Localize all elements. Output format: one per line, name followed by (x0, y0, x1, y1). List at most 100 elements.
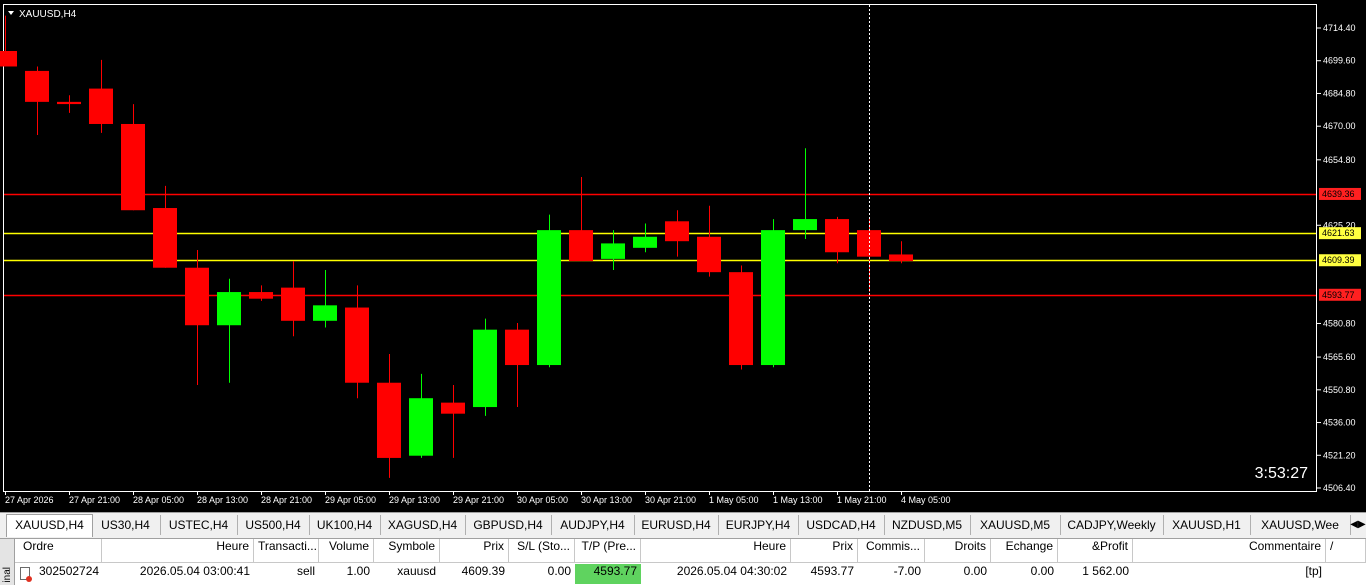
bar-countdown-timer: 3:53:27 (1255, 465, 1308, 482)
chart-area[interactable]: 4714.40 4699.60 4684.80 4670.00 4654.80 4625.… (0, 0, 1366, 512)
table-cell: 4593.77 (575, 564, 641, 584)
candle-body (409, 398, 433, 456)
chart-tab[interactable]: XAUUSD,H4 (6, 514, 93, 537)
chart-tab[interactable]: XAUUSD,H1 (1163, 515, 1251, 535)
chart-tab[interactable]: US500,H4 (237, 515, 310, 535)
candle-body (377, 382, 401, 458)
time-axis-label: 28 Apr 05:00 (133, 495, 184, 505)
candle-body (665, 221, 689, 242)
table-cell: sell (296, 564, 315, 578)
candle-body (57, 101, 81, 105)
table-cell: 302502724 (39, 564, 100, 578)
candle-body (569, 230, 593, 262)
chart-tab[interactable]: NZDUSD,M5 (884, 515, 971, 535)
time-axis-label: 1 May 21:00 (837, 495, 887, 505)
candle-body (0, 51, 17, 67)
level-price-label: 4621.63 (1322, 228, 1355, 238)
candle[interactable] (537, 214, 561, 368)
candle-body (89, 88, 113, 124)
column-header[interactable]: Commis... (858, 539, 925, 563)
candle-body (889, 254, 913, 262)
candle[interactable] (761, 219, 785, 368)
table-cell: [tp] (1305, 564, 1322, 578)
price-axis-label: 4521.20 (1323, 450, 1356, 460)
chart-tab[interactable]: XAUUSD,M5 (970, 515, 1061, 535)
candle-body (345, 307, 369, 383)
chart-tab[interactable]: GBPUSD,H4 (465, 515, 552, 535)
price-axis-label: 4654.80 (1323, 155, 1356, 165)
column-header[interactable]: Volume (319, 539, 374, 563)
column-header[interactable]: Heure (641, 539, 791, 563)
candle-body (25, 70, 49, 102)
time-axis-label: 1 May 05:00 (709, 495, 759, 505)
chart-tab[interactable]: XAGUSD,H4 (380, 515, 466, 535)
column-header[interactable]: / (1326, 539, 1366, 563)
price-axis-label: 4536.00 (1323, 418, 1356, 428)
column-header[interactable]: Ordre (15, 539, 102, 563)
table-cell: 4593.77 (810, 564, 854, 578)
candle[interactable] (473, 318, 497, 416)
candle-body (697, 236, 721, 273)
candlestick-chart[interactable]: 4714.404699.604684.804670.004654.804625.… (0, 0, 1366, 512)
chart-tab[interactable]: AUDJPY,H4 (551, 515, 635, 535)
chart-tab[interactable]: USDCAD,H4 (798, 515, 885, 535)
candle-body (185, 267, 209, 326)
chart-tab[interactable]: EURJPY,H4 (718, 515, 799, 535)
price-axis-label: 4506.40 (1323, 483, 1356, 493)
candle-body (249, 292, 273, 299)
candle-body (217, 292, 241, 326)
column-header[interactable]: &Profit (1058, 539, 1133, 563)
table-cell: 0.00 (963, 564, 987, 578)
candle-body (281, 287, 305, 321)
level-price-label: 4609.39 (1322, 255, 1355, 265)
table-cell: 2026.05.04 04:30:02 (676, 564, 787, 578)
time-axis-label: 1 May 13:00 (773, 495, 823, 505)
column-header[interactable]: Prix (440, 539, 509, 563)
candle-body (441, 402, 465, 414)
column-header[interactable]: S/L (Sto... (509, 539, 575, 563)
table-cell: 1 562.00 (1082, 564, 1129, 578)
table-cell: 0.00 (547, 564, 571, 578)
candle-body (313, 305, 337, 321)
column-header[interactable]: Echange (991, 539, 1058, 563)
column-header[interactable]: Transacti... (254, 539, 319, 563)
chart-tab[interactable]: UK100,H4 (309, 515, 381, 535)
chart-title: XAUUSD,H4 (19, 9, 77, 20)
table-cell: 1.00 (346, 564, 370, 578)
candle[interactable] (729, 265, 753, 370)
candle-body (153, 208, 177, 268)
time-axis-label: 29 Apr 13:00 (389, 495, 440, 505)
tab-scroll-arrows-icon[interactable]: ◀▶ (1350, 515, 1366, 535)
time-axis-label: 29 Apr 05:00 (325, 495, 376, 505)
candle-body (825, 219, 849, 253)
table-cell: 4609.39 (461, 564, 505, 578)
table-cell: -7.00 (893, 564, 921, 578)
price-axis-label: 4565.60 (1323, 352, 1356, 362)
column-header[interactable]: Droits (925, 539, 991, 563)
column-header[interactable]: Prix (791, 539, 858, 563)
candle-body (473, 329, 497, 408)
price-axis-label: 4699.60 (1323, 56, 1356, 66)
column-header[interactable]: Heure (102, 539, 254, 563)
price-axis-label: 4684.80 (1323, 88, 1356, 98)
level-price-label: 4639.36 (1322, 189, 1355, 199)
chart-tab[interactable]: US30,H4 (91, 515, 161, 535)
price-axis-label: 4714.40 (1323, 23, 1356, 33)
time-axis-label: 27 Apr 21:00 (69, 495, 120, 505)
time-axis-label: 30 Apr 21:00 (645, 495, 696, 505)
time-axis-label: 27 Apr 2026 (5, 495, 54, 505)
column-header[interactable]: T/P (Pre... (575, 539, 641, 563)
order-document-icon (20, 567, 32, 582)
chart-tab[interactable]: USTEC,H4 (160, 515, 238, 535)
chart-tab[interactable]: EURUSD,H4 (634, 515, 719, 535)
table-cell: 2026.05.04 03:00:41 (139, 564, 250, 578)
candle-body (729, 272, 753, 366)
chart-tab[interactable]: XAUUSD,Wee (1250, 515, 1351, 535)
chart-tabs-bar: XAUUSD,H4 US30,H4 USTEC,H4 US500,H4 UK100,H4… (0, 512, 1366, 537)
table-cell: xauusd (397, 564, 436, 578)
column-header[interactable]: Symbole (374, 539, 440, 563)
column-header[interactable]: Commentaire (1133, 539, 1326, 563)
time-axis-label: 30 Apr 05:00 (517, 495, 568, 505)
candle-body (601, 243, 625, 259)
chart-tab[interactable]: CADJPY,Weekly (1060, 515, 1164, 535)
